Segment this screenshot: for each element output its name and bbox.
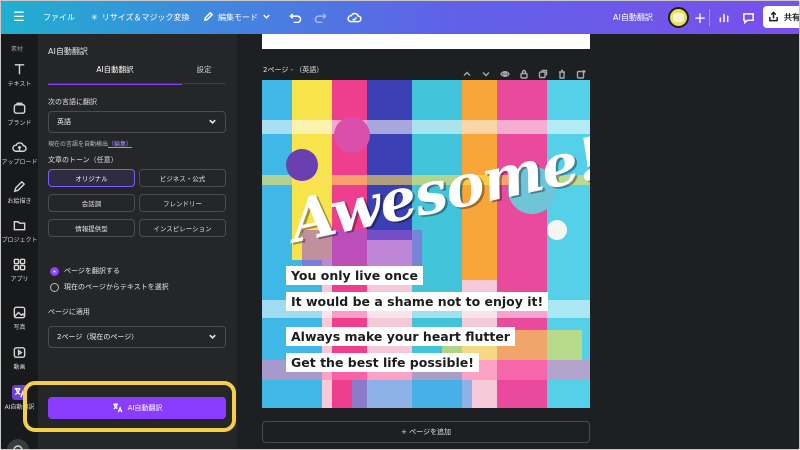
radio-label: 現在のページからテキストを選択 [64, 283, 169, 291]
auto-detect-note: 現在の言語を自動検出（編集） [48, 139, 132, 148]
add-member-icon[interactable]: + [691, 1, 709, 34]
apply-to-label: ページに適用 [48, 308, 90, 316]
tab-label: AI自動翻訳 [96, 65, 134, 74]
caption-text[interactable]: It would be a shame not to enjoy it! [286, 292, 549, 311]
apps-icon [12, 257, 27, 272]
tone-original[interactable]: オリジナル [48, 169, 135, 187]
tab-ai-translate[interactable]: AI自動翻訳 [48, 64, 182, 85]
rail-item-label: テキスト [7, 81, 32, 88]
photo-icon [12, 305, 27, 320]
language-select[interactable]: 英語 [48, 111, 226, 133]
rail-item-video[interactable]: 動画 [1, 345, 38, 371]
divider [709, 9, 710, 26]
pencil-icon [203, 11, 214, 24]
tone-label: 文章のトーン（任意） [48, 156, 118, 164]
edit-mode-label: 編集モード [218, 13, 258, 22]
apply-page-value: 2ページ（現在のページ） [57, 333, 139, 341]
tone-friendly[interactable]: フレンドリー [139, 194, 226, 212]
design-page[interactable]: Awesome! You only live once It would be … [262, 80, 590, 408]
rail-item-text[interactable]: テキスト [1, 62, 38, 88]
radio-unselected-icon [50, 282, 59, 292]
chevron-down-icon[interactable] [481, 64, 491, 77]
rail-item-label: アプリ [10, 276, 29, 283]
auto-detect-text: 現在の言語を自動検出 [48, 141, 109, 148]
document-title[interactable]: AI自動翻訳 [613, 1, 653, 34]
auto-detect-edit-link[interactable]: （編集） [108, 141, 132, 148]
radio-label: ページを翻訳する [64, 267, 120, 275]
resize-menu-label: リサイズ＆マジック変換 [101, 13, 190, 22]
folder-icon [12, 218, 27, 233]
tab-label: 設定 [196, 65, 212, 74]
translate-to-label: 次の言語に翻訳 [48, 98, 97, 106]
apply-page-select[interactable]: 2ページ（現在のページ） [48, 326, 226, 348]
avatar[interactable] [668, 7, 689, 28]
document-title-text: AI自動翻訳 [613, 13, 653, 22]
rail-item-label: 写真 [13, 324, 26, 331]
add-page-button[interactable]: + ページを追加 [262, 421, 590, 443]
magic-icon[interactable] [7, 439, 29, 449]
undo-icon[interactable] [289, 1, 303, 34]
share-label: 共有 [784, 12, 800, 22]
video-icon [12, 345, 27, 360]
upload-icon [12, 140, 27, 155]
rail-title: 素材 [11, 46, 24, 53]
rail-item-brand[interactable]: ブランド [1, 101, 38, 127]
edit-mode-dropdown[interactable]: 編集モード [203, 1, 271, 34]
file-menu-label: ファイル [43, 13, 75, 22]
rail-item-label: お絵描き [7, 198, 32, 205]
brand-icon [12, 101, 27, 116]
tone-conversational[interactable]: 会話調 [48, 194, 135, 212]
panel-title: AI自動翻訳 [48, 47, 88, 56]
previous-page[interactable] [262, 34, 590, 49]
add-page-icon[interactable] [576, 64, 586, 79]
redo-icon[interactable] [314, 1, 328, 34]
rail-item-draw[interactable]: お絵描き [1, 179, 38, 205]
rail-item-photos[interactable]: 写真 [1, 305, 38, 331]
tab-settings[interactable]: 設定 [182, 64, 226, 82]
caption-text[interactable]: Always make your heart flutter [286, 327, 515, 346]
analytics-icon[interactable] [715, 1, 733, 34]
menu-icon[interactable]: ☰ [9, 1, 29, 34]
tone-inspiration[interactable]: インスピレーション [139, 219, 226, 237]
chevron-up-icon[interactable] [462, 64, 472, 76]
highlight-annotation [23, 381, 236, 432]
sparkle-icon: ✳ [91, 13, 98, 22]
file-menu[interactable]: ファイル [43, 1, 75, 34]
rail-item-label: プロジェクト [1, 237, 38, 244]
share-button[interactable]: 共有 [763, 6, 800, 28]
trash-icon[interactable] [557, 64, 567, 79]
tone-informative[interactable]: 情報提供型 [48, 219, 135, 237]
rail-item-label: ブランド [7, 120, 32, 127]
chevron-down-icon [208, 332, 217, 343]
rail-item-projects[interactable]: プロジェクト [1, 218, 38, 244]
text-icon [12, 62, 27, 77]
language-value: 英語 [57, 118, 71, 126]
divider [48, 83, 226, 84]
radio-selected-icon [50, 266, 59, 276]
radio-select-text[interactable]: 現在のページからテキストを選択 [50, 282, 169, 292]
share-icon [768, 10, 779, 24]
chevron-down-icon [208, 117, 217, 128]
rail-item-label: アップロード [1, 159, 38, 166]
top-bar: ☰ ファイル ✳ リサイズ＆マジック変換 編集モード AI自動翻訳 + 共有 [1, 1, 800, 34]
rail-item-apps[interactable]: アプリ [1, 257, 38, 283]
hide-icon[interactable] [500, 64, 510, 77]
caption-text[interactable]: You only live once [286, 266, 423, 285]
resize-menu[interactable]: ✳ リサイズ＆マジック変換 [91, 1, 189, 34]
cloud-save-icon[interactable] [347, 1, 363, 34]
rail-item-upload[interactable]: アップロード [1, 140, 38, 166]
draw-icon [12, 179, 27, 194]
chevron-down-icon [262, 12, 271, 23]
comment-icon[interactable] [739, 1, 757, 34]
app-window: ☰ ファイル ✳ リサイズ＆マジック変換 編集モード AI自動翻訳 + 共有 素… [0, 0, 800, 450]
lock-icon[interactable] [519, 64, 529, 79]
duplicate-icon[interactable] [538, 64, 548, 79]
radio-translate-page[interactable]: ページを翻訳する [50, 266, 120, 276]
caption-text[interactable]: Get the best life possible! [286, 353, 479, 372]
page-label: 2ページ - （英語） [263, 66, 324, 74]
tone-business[interactable]: ビジネス・公式 [139, 169, 226, 187]
rail-item-label: 動画 [13, 364, 26, 371]
